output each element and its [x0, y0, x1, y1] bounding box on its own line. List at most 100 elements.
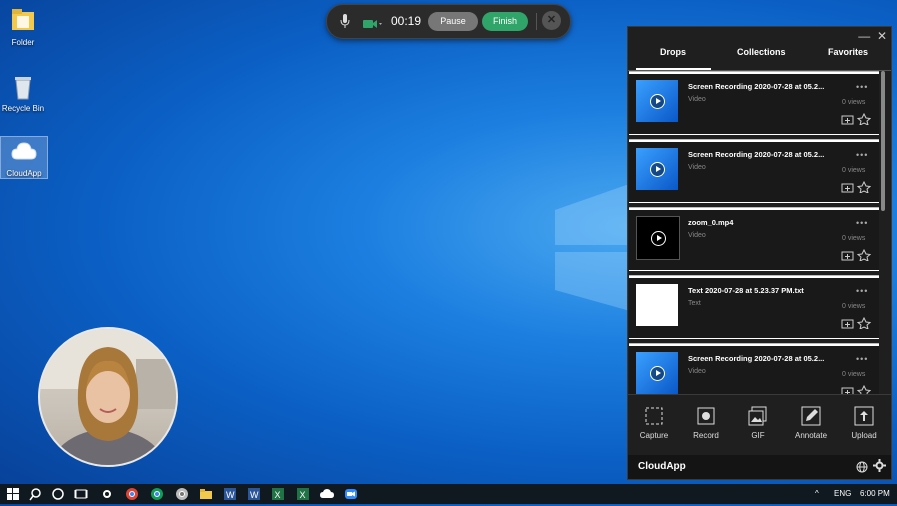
- list-item[interactable]: Text 2020-07-28 at 5.23.37 PM.txt Text •…: [629, 275, 879, 339]
- tab-drops[interactable]: Drops: [660, 47, 686, 57]
- item-title: Text 2020-07-28 at 5.23.37 PM.txt: [688, 286, 804, 295]
- upload-icon: [853, 405, 875, 427]
- upload-button[interactable]: Upload: [839, 405, 889, 440]
- desktop-icon-label: Recycle Bin: [1, 104, 45, 113]
- clock[interactable]: 6:00 PM: [860, 489, 890, 498]
- tab-favorites[interactable]: Favorites: [828, 47, 868, 57]
- word-icon[interactable]: W: [247, 487, 261, 501]
- desktop-icon-label: CloudApp: [6, 169, 42, 178]
- list-item[interactable]: zoom_0.mp4 Video ••• 0 views: [629, 207, 879, 271]
- panel-footer: CloudApp: [628, 455, 891, 479]
- more-options-icon[interactable]: •••: [856, 82, 868, 92]
- tab-collections[interactable]: Collections: [737, 47, 786, 57]
- svg-text:X: X: [300, 490, 306, 500]
- start-icon[interactable]: [6, 487, 20, 501]
- play-icon: [650, 162, 665, 177]
- tool-label: Upload: [851, 431, 877, 440]
- gif-button[interactable]: GIF: [733, 405, 783, 440]
- item-actions: [841, 316, 872, 334]
- item-title: Screen Recording 2020-07-28 at 05.2...: [688, 82, 825, 91]
- item-type: Video: [688, 164, 706, 171]
- item-title: zoom_0.mp4: [688, 218, 734, 227]
- cloud-icon: [9, 137, 39, 167]
- pause-button[interactable]: Pause: [428, 12, 478, 31]
- webcam-person-image: [40, 329, 176, 465]
- excel-icon[interactable]: X: [296, 487, 310, 501]
- list-item[interactable]: Screen Recording 2020-07-28 at 05.2... V…: [629, 343, 879, 394]
- cloudapp-panel: — ✕ Drops Collections Favorites Screen R…: [627, 26, 892, 480]
- favorite-star-icon[interactable]: [856, 316, 872, 330]
- cortana-icon[interactable]: [51, 487, 65, 501]
- camera-icon[interactable]: [363, 16, 383, 34]
- video-thumbnail: [636, 216, 680, 260]
- file-explorer-icon[interactable]: [199, 487, 213, 501]
- globe-icon[interactable]: [856, 460, 868, 478]
- excel-icon[interactable]: X: [271, 487, 285, 501]
- desktop-icon-cloudapp[interactable]: CloudApp: [0, 136, 48, 179]
- task-view-icon[interactable]: [74, 487, 88, 501]
- tool-label: GIF: [751, 431, 765, 440]
- item-type: Video: [688, 96, 706, 103]
- language-indicator[interactable]: ENG: [834, 489, 851, 498]
- more-options-icon[interactable]: •••: [856, 286, 868, 296]
- capture-button[interactable]: Capture: [629, 405, 679, 440]
- capture-toolbar: Capture Record GIF Annotate Upload: [628, 394, 891, 451]
- gear-icon[interactable]: [873, 459, 886, 477]
- favorite-star-icon[interactable]: [856, 384, 872, 394]
- play-icon: [651, 231, 666, 246]
- desktop-icon-folder[interactable]: Folder: [0, 6, 46, 47]
- folder-icon: [8, 6, 38, 36]
- word-icon[interactable]: W: [223, 487, 237, 501]
- more-options-icon[interactable]: •••: [856, 150, 868, 160]
- video-thumbnail: [636, 148, 678, 190]
- pencil-icon: [800, 405, 822, 427]
- add-to-collection-icon[interactable]: [841, 251, 854, 261]
- list-item[interactable]: Screen Recording 2020-07-28 at 05.2... V…: [629, 139, 879, 203]
- chrome-canary-icon[interactable]: [175, 487, 189, 501]
- text-thumbnail: [636, 284, 678, 326]
- favorite-star-icon[interactable]: [856, 112, 872, 126]
- search-icon[interactable]: [28, 487, 42, 501]
- item-views: 0 views: [842, 371, 866, 378]
- item-views: 0 views: [842, 99, 866, 106]
- more-options-icon[interactable]: •••: [856, 354, 868, 364]
- tool-label: Record: [693, 431, 719, 440]
- item-type: Video: [688, 232, 706, 239]
- svg-text:W: W: [226, 490, 235, 500]
- desktop-icon-recycle-bin[interactable]: Recycle Bin: [0, 72, 46, 113]
- finish-button[interactable]: Finish: [482, 12, 528, 31]
- scrollbar[interactable]: [881, 71, 885, 211]
- favorite-star-icon[interactable]: [856, 180, 872, 194]
- recycle-bin-icon: [8, 72, 38, 102]
- close-icon[interactable]: ✕: [542, 11, 561, 30]
- list-item[interactable]: Screen Recording 2020-07-28 at 05.2... V…: [629, 71, 879, 135]
- chrome-icon[interactable]: [125, 487, 139, 501]
- zoom-icon[interactable]: [344, 487, 358, 501]
- add-to-collection-icon[interactable]: [841, 319, 854, 329]
- add-to-collection-icon[interactable]: [841, 115, 854, 125]
- record-button[interactable]: Record: [681, 405, 731, 440]
- settings-icon[interactable]: [100, 487, 114, 501]
- more-options-icon[interactable]: •••: [856, 218, 868, 228]
- tool-label: Annotate: [794, 431, 828, 440]
- desktop-icon-label: Folder: [11, 38, 35, 47]
- svg-text:X: X: [275, 490, 281, 500]
- item-title: Screen Recording 2020-07-28 at 05.2...: [688, 354, 825, 363]
- chevron-up-icon[interactable]: ^: [815, 489, 819, 498]
- chrome-profile-icon[interactable]: [150, 487, 164, 501]
- close-icon[interactable]: ✕: [877, 29, 887, 43]
- item-views: 0 views: [842, 303, 866, 310]
- drops-list: Screen Recording 2020-07-28 at 05.2... V…: [628, 71, 884, 394]
- item-title: Screen Recording 2020-07-28 at 05.2...: [688, 150, 825, 159]
- gif-icon: [747, 405, 769, 427]
- favorite-star-icon[interactable]: [856, 248, 872, 262]
- minimize-icon[interactable]: —: [858, 29, 870, 43]
- svg-text:W: W: [250, 490, 259, 500]
- webcam-bubble[interactable]: [38, 327, 178, 467]
- cloudapp-icon[interactable]: [320, 487, 334, 501]
- window-controls: — ✕: [858, 29, 887, 43]
- annotate-button[interactable]: Annotate: [786, 405, 836, 440]
- add-to-collection-icon[interactable]: [841, 183, 854, 193]
- capture-icon: [643, 405, 665, 427]
- microphone-icon[interactable]: [340, 14, 350, 33]
